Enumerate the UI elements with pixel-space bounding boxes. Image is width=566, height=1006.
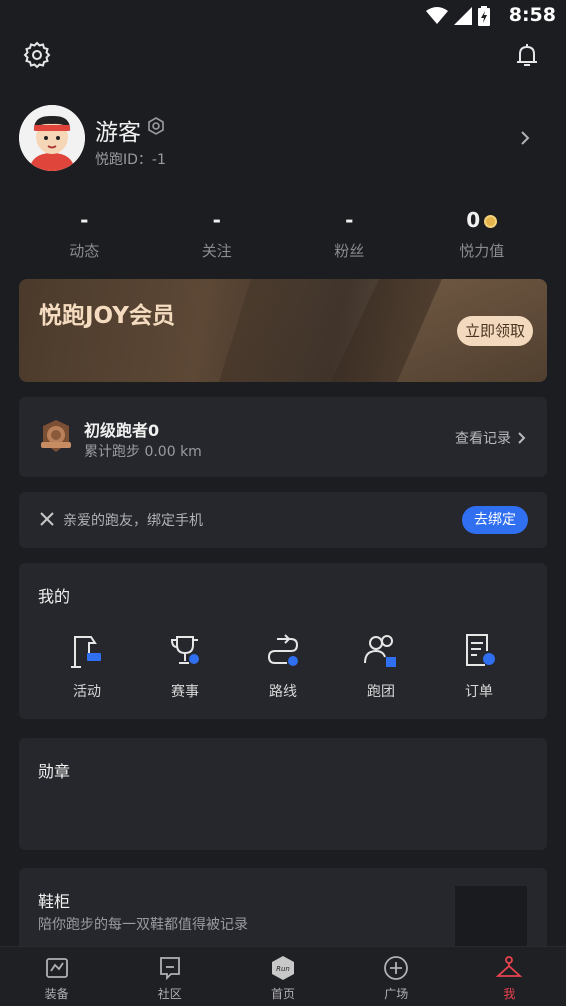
signal-icon <box>454 7 472 25</box>
banner-decoration <box>219 279 379 382</box>
stat-label: 悦力值 <box>459 242 505 260</box>
svg-text:Run: Run <box>276 965 290 973</box>
shortcut-label: 赛事 <box>171 684 199 700</box>
chevron-right-icon <box>517 430 527 444</box>
wifi-icon <box>426 7 448 24</box>
shortcut-running-groups[interactable]: 跑团 <box>332 631 430 701</box>
user-id: 悦跑ID：-1 <box>95 152 166 168</box>
claim-vip-button[interactable]: 立即领取 <box>457 316 533 346</box>
stat-value: - <box>212 208 221 232</box>
section-title: 我的 <box>38 587 71 606</box>
shoe-cabinet-card[interactable]: 鞋柜 陪你跑步的每一双鞋都值得被记录 <box>19 868 547 958</box>
total-distance: 累计跑步 0.00 km <box>84 444 202 460</box>
runner-medal-icon <box>39 418 73 454</box>
avatar[interactable] <box>19 105 85 171</box>
status-bar: 8:58 <box>0 0 566 30</box>
battery-icon <box>478 6 490 26</box>
vip-title: 悦跑JOY会员 <box>39 303 175 329</box>
bind-phone-text: 亲爱的跑友，绑定手机 <box>63 513 203 529</box>
nav-label: 社区 <box>157 987 182 1001</box>
vip-membership-banner[interactable]: 悦跑JOY会员 立即领取 <box>19 279 547 382</box>
bind-phone-card: 亲爱的跑友，绑定手机 去绑定 <box>19 492 547 548</box>
shortcut-label: 跑团 <box>367 684 395 700</box>
medals-card[interactable]: 勋章 <box>19 738 547 850</box>
shortcut-routes[interactable]: 路线 <box>234 631 332 701</box>
nav-label: 我 <box>503 987 516 1001</box>
shortcut-orders[interactable]: 订单 <box>430 631 528 701</box>
bind-phone-button[interactable]: 去绑定 <box>462 506 528 534</box>
chevron-right-icon[interactable] <box>518 128 532 148</box>
stat-value: 0 <box>466 208 481 232</box>
route-icon <box>263 631 303 671</box>
me-icon <box>496 955 523 981</box>
close-icon[interactable] <box>39 511 55 527</box>
nav-plaza[interactable]: 广场 <box>340 947 453 1006</box>
notification-bell-icon[interactable] <box>512 40 542 70</box>
section-title: 勋章 <box>38 762 71 781</box>
stat-label: 动态 <box>69 242 100 260</box>
plaza-icon <box>383 955 409 981</box>
group-icon <box>361 631 401 671</box>
stat-label: 关注 <box>201 242 232 260</box>
nav-me[interactable]: 我 <box>453 947 566 1006</box>
status-icons <box>426 6 490 26</box>
shortcut-label: 路线 <box>269 684 297 700</box>
nav-label: 首页 <box>271 987 296 1001</box>
shortcut-label: 订单 <box>465 684 493 700</box>
username: 游客 <box>95 120 141 146</box>
stat-label: 粉丝 <box>334 242 365 260</box>
my-section-card: 我的 活动 赛事 路线 跑团 订单 <box>19 563 547 719</box>
equipment-icon <box>44 955 70 981</box>
nav-equipment[interactable]: 装备 <box>0 947 113 1006</box>
nav-label: 装备 <box>44 987 69 1001</box>
shortcut-activities[interactable]: 活动 <box>38 631 136 701</box>
shoe-cabinet-subtitle: 陪你跑步的每一双鞋都值得被记录 <box>38 917 248 933</box>
order-icon <box>459 631 499 671</box>
runner-level-title: 初级跑者0 <box>84 421 160 440</box>
bottom-navigation: 装备 社区 Run 首页 广场 我 <box>0 946 566 1006</box>
community-icon <box>157 955 183 981</box>
status-time: 8:58 <box>508 4 556 26</box>
user-level-badge-icon <box>147 117 165 135</box>
stat-value: - <box>345 208 354 232</box>
stat-posts[interactable]: - 动态 <box>18 206 151 266</box>
section-title: 鞋柜 <box>38 892 71 911</box>
trophy-icon <box>165 631 205 671</box>
shortcut-events[interactable]: 赛事 <box>136 631 234 701</box>
stat-followers[interactable]: - 粉丝 <box>283 206 416 266</box>
view-records-link[interactable]: 查看记录 <box>455 428 511 448</box>
profile-stats: - 动态 - 关注 - 粉丝 0 悦力值 <box>18 206 548 266</box>
settings-gear-icon[interactable] <box>22 40 52 70</box>
nav-community[interactable]: 社区 <box>113 947 226 1006</box>
stat-joy-points[interactable]: 0 悦力值 <box>416 206 549 266</box>
my-shortcuts: 活动 赛事 路线 跑团 订单 <box>38 631 528 701</box>
run-home-icon: Run <box>270 955 296 981</box>
nav-home[interactable]: Run 首页 <box>226 947 339 1006</box>
nav-label: 广场 <box>384 987 409 1001</box>
shortcut-label: 活动 <box>73 684 101 700</box>
flag-icon <box>67 631 107 671</box>
coin-icon <box>484 215 498 228</box>
stat-value: - <box>80 208 89 232</box>
stat-following[interactable]: - 关注 <box>151 206 284 266</box>
runner-level-card[interactable]: 初级跑者0 累计跑步 0.00 km 查看记录 <box>19 397 547 477</box>
